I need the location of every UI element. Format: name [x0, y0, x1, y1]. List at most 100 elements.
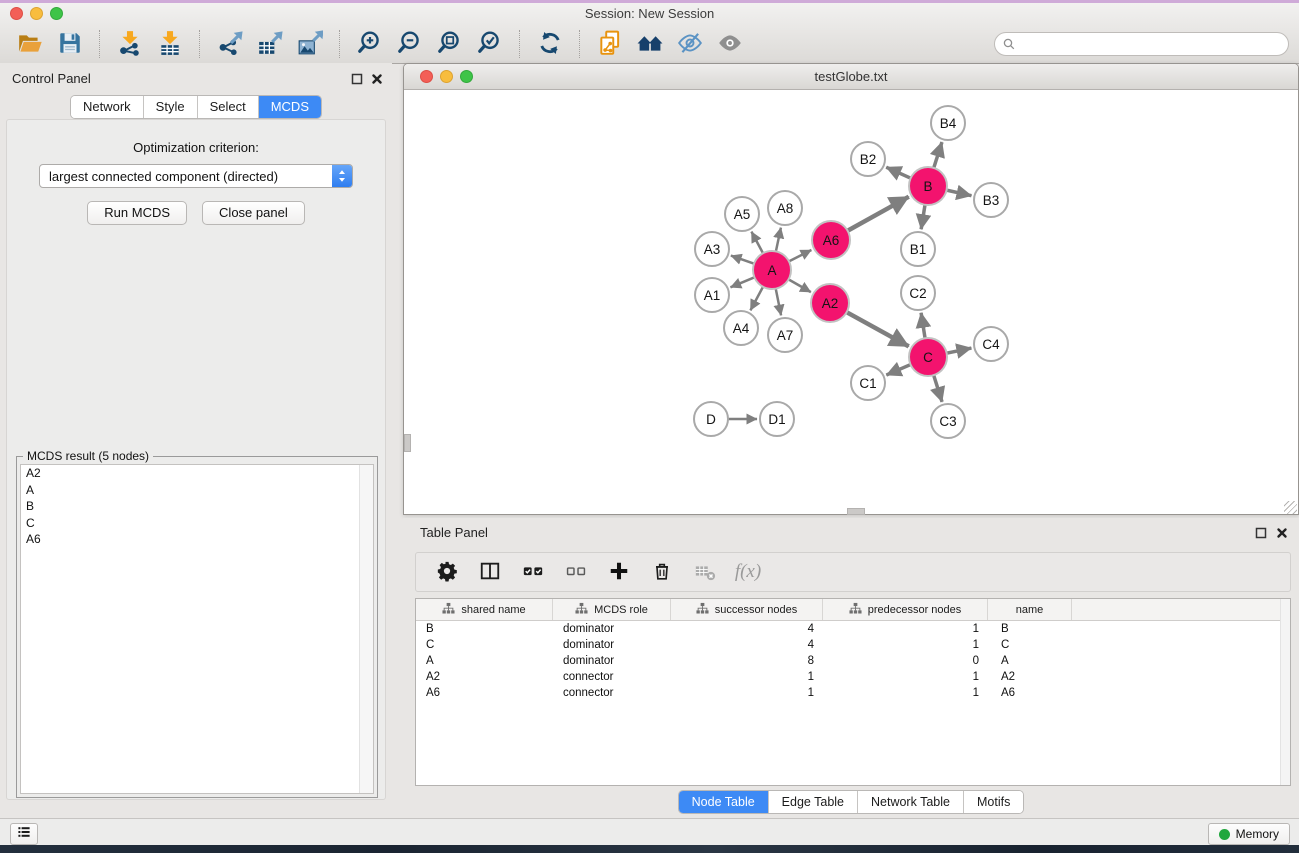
mcds-result-item[interactable]: A — [21, 482, 373, 499]
graph-edge-B-B1[interactable] — [921, 205, 925, 229]
graph-node-C1[interactable]: C1 — [851, 366, 885, 400]
close-table-panel-icon[interactable] — [1275, 526, 1289, 540]
export-network-button[interactable] — [212, 29, 248, 59]
graph-node-A4[interactable]: A4 — [724, 311, 758, 345]
table-cell[interactable]: C — [988, 637, 1072, 653]
table-cell[interactable]: A2 — [416, 669, 553, 685]
split-handle-bottom[interactable] — [847, 508, 865, 515]
table-row[interactable]: A6connector11A6 — [416, 685, 1290, 701]
graph-node-C4[interactable]: C4 — [974, 327, 1008, 361]
graph-edge-B-B2[interactable] — [886, 167, 910, 178]
graph-node-D1[interactable]: D1 — [760, 402, 794, 436]
hide-eye-button[interactable] — [672, 29, 708, 59]
show-eye-button[interactable] — [712, 29, 748, 59]
graph-edge-A-A2[interactable] — [789, 279, 811, 292]
tab-edge-table[interactable]: Edge Table — [769, 791, 858, 813]
deselect-all-button[interactable] — [563, 559, 589, 585]
network-window-titlebar[interactable]: testGlobe.txt — [404, 64, 1298, 90]
zoom-in-button[interactable] — [352, 29, 388, 59]
search-input[interactable] — [994, 32, 1289, 56]
column-header-shared-name[interactable]: shared name — [416, 599, 553, 620]
column-header-successor-nodes[interactable]: successor nodes — [671, 599, 823, 620]
tab-network-table[interactable]: Network Table — [858, 791, 964, 813]
graph-node-A2[interactable]: A2 — [811, 284, 849, 322]
table-cell[interactable]: 4 — [671, 637, 823, 653]
graph-edge-A-A5[interactable] — [751, 232, 763, 254]
tab-select[interactable]: Select — [198, 96, 259, 118]
graph-node-A7[interactable]: A7 — [768, 318, 802, 352]
float-panel-icon[interactable] — [350, 72, 364, 86]
tab-network[interactable]: Network — [71, 96, 144, 118]
graph-node-B2[interactable]: B2 — [851, 142, 885, 176]
table-cell[interactable]: 1 — [823, 621, 988, 637]
graph-node-C2[interactable]: C2 — [901, 276, 935, 310]
tab-mcds[interactable]: MCDS — [259, 96, 321, 118]
graph-node-B1[interactable]: B1 — [901, 232, 935, 266]
table-cell[interactable]: dominator — [553, 621, 671, 637]
graph-edge-A-A1[interactable] — [730, 277, 754, 287]
graph-edge-A-A8[interactable] — [776, 228, 781, 252]
close-panel-icon[interactable] — [370, 72, 384, 86]
table-row[interactable]: A2connector11A2 — [416, 669, 1290, 685]
graph-node-A3[interactable]: A3 — [695, 232, 729, 266]
graph-node-C[interactable]: C — [909, 338, 947, 376]
task-history-button[interactable] — [10, 823, 38, 845]
graph-node-A5[interactable]: A5 — [725, 197, 759, 231]
table-row[interactable]: Cdominator41C — [416, 637, 1290, 653]
table-row[interactable]: Bdominator41B — [416, 621, 1290, 637]
graph-edge-C-C3[interactable] — [934, 375, 942, 402]
table-cell[interactable]: 1 — [671, 669, 823, 685]
mcds-result-scrollbar[interactable] — [359, 465, 373, 793]
table-cell[interactable]: B — [416, 621, 553, 637]
graph-edge-A-A3[interactable] — [731, 256, 754, 264]
function-button[interactable]: f(x) — [735, 559, 761, 585]
export-table-button[interactable] — [252, 29, 288, 59]
delete-button[interactable] — [649, 559, 675, 585]
graph-edge-A-A7[interactable] — [776, 289, 781, 316]
columns-button[interactable] — [477, 559, 503, 585]
tab-motifs[interactable]: Motifs — [964, 791, 1023, 813]
table-cell[interactable]: C — [416, 637, 553, 653]
close-panel-button[interactable]: Close panel — [202, 201, 305, 225]
zoom-out-button[interactable] — [392, 29, 428, 59]
criterion-select[interactable]: largest connected component (directed) — [39, 164, 353, 188]
table-cell[interactable]: 1 — [823, 669, 988, 685]
mcds-result-item[interactable]: B — [21, 498, 373, 515]
graph-node-C3[interactable]: C3 — [931, 404, 965, 438]
open-folder-button[interactable] — [12, 29, 48, 59]
graph-node-B4[interactable]: B4 — [931, 106, 965, 140]
table-cell[interactable]: A2 — [988, 669, 1072, 685]
tab-node-table[interactable]: Node Table — [679, 791, 769, 813]
graph-node-A1[interactable]: A1 — [695, 278, 729, 312]
table-cell[interactable]: 1 — [671, 685, 823, 701]
table-cell[interactable]: A — [988, 653, 1072, 669]
delete-table-button[interactable] — [692, 559, 718, 585]
zoom-selected-button[interactable] — [472, 29, 508, 59]
graph-edge-B-B4[interactable] — [934, 142, 942, 168]
import-network-button[interactable] — [112, 29, 148, 59]
network-canvas[interactable]: B4B2BB3A8A5A6A3B1AC2A1A2A4A7C4CC1DC3D1 — [404, 90, 1298, 515]
refresh-button[interactable] — [532, 29, 568, 59]
table-cell[interactable]: A — [416, 653, 553, 669]
table-cell[interactable]: dominator — [553, 637, 671, 653]
float-table-panel-icon[interactable] — [1254, 526, 1268, 540]
memory-button[interactable]: Memory — [1208, 823, 1290, 845]
tab-style[interactable]: Style — [144, 96, 198, 118]
import-table-button[interactable] — [152, 29, 188, 59]
home-button[interactable] — [632, 29, 668, 59]
graph-node-A[interactable]: A — [753, 251, 791, 289]
export-image-button[interactable] — [292, 29, 328, 59]
graph-node-D[interactable]: D — [694, 402, 728, 436]
table-scrollbar[interactable] — [1280, 599, 1290, 785]
table-cell[interactable]: 4 — [671, 621, 823, 637]
graph-edge-B-B3[interactable] — [947, 190, 972, 196]
table-row[interactable]: Adominator80A — [416, 653, 1290, 669]
table-cell[interactable]: 0 — [823, 653, 988, 669]
graph-edge-A6-B[interactable] — [848, 197, 909, 231]
mcds-result-item[interactable]: C — [21, 515, 373, 532]
table-cell[interactable]: dominator — [553, 653, 671, 669]
clone-network-button[interactable] — [592, 29, 628, 59]
graph-node-A8[interactable]: A8 — [768, 191, 802, 225]
column-header-predecessor-nodes[interactable]: predecessor nodes — [823, 599, 988, 620]
table-cell[interactable]: 8 — [671, 653, 823, 669]
